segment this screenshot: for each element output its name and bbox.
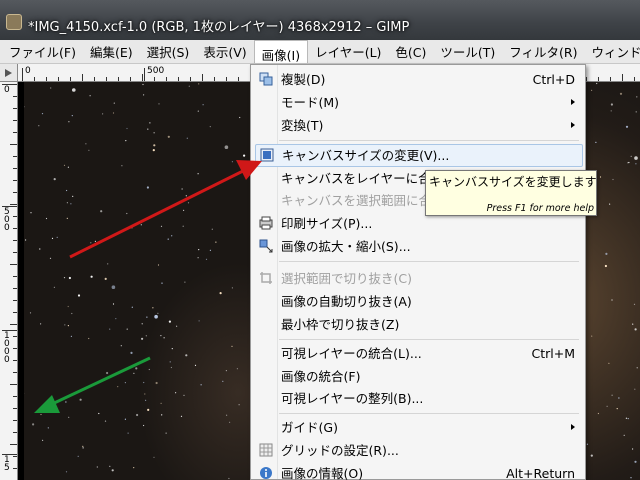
annotation-overlay <box>34 160 262 413</box>
red-arrow <box>69 160 262 259</box>
green-arrow <box>34 356 151 413</box>
